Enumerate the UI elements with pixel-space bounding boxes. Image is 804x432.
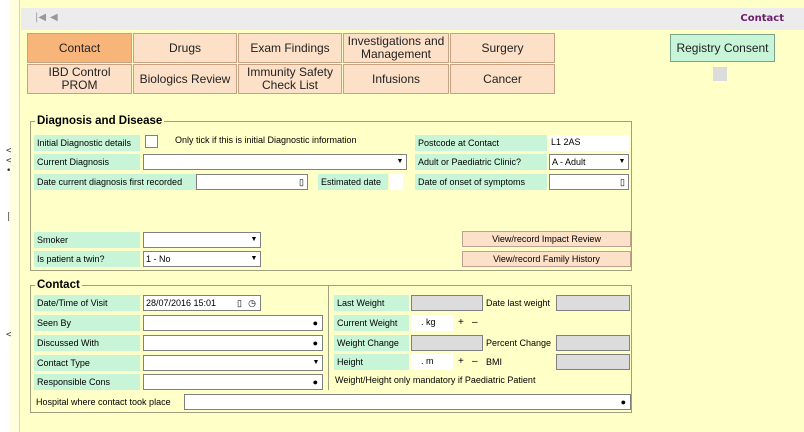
date-last-weight-label: Date last weight bbox=[486, 298, 551, 308]
twin-value: 1 - No bbox=[146, 254, 171, 264]
last-weight-field bbox=[411, 295, 483, 311]
hospital-field[interactable]: ● bbox=[184, 394, 631, 410]
visit-datetime-field[interactable]: 28/07/2016 15:01 ▯ ◷ bbox=[143, 295, 261, 311]
lookup-icon[interactable]: ● bbox=[621, 395, 626, 409]
percent-change-label: Percent Change bbox=[486, 338, 552, 348]
family-history-button[interactable]: View/record Family History bbox=[462, 251, 631, 267]
record-selector-strip bbox=[10, 0, 20, 432]
clinic-label: Adult or Paediatric Clinic? bbox=[415, 154, 547, 170]
calendar-icon[interactable]: ▯ bbox=[299, 175, 304, 189]
tab-exam-findings[interactable]: Exam Findings bbox=[238, 33, 342, 63]
scroll-left-icon[interactable]: < bbox=[6, 146, 11, 156]
tab-investigations-management[interactable]: Investigations and Management bbox=[343, 33, 449, 63]
tab-drugs[interactable]: Drugs bbox=[133, 33, 237, 63]
seen-by-field[interactable]: ● bbox=[143, 315, 323, 331]
tab-surgery[interactable]: Surgery bbox=[450, 33, 555, 63]
chevron-down-icon[interactable]: ▼ bbox=[616, 155, 628, 169]
initial-diagnostic-note: Only tick if this is initial Diagnostic … bbox=[175, 135, 357, 145]
percent-change-field bbox=[556, 335, 630, 351]
clinic-value: A - Adult bbox=[552, 157, 586, 167]
current-weight-label: Current Weight bbox=[334, 315, 409, 331]
mandatory-note: Weight/Height only mandatory if Paediatr… bbox=[335, 375, 536, 385]
previous-record-icon[interactable]: ◀ bbox=[50, 12, 58, 23]
separator-mark: | bbox=[6, 212, 12, 222]
contact-type-label: Contact Type bbox=[34, 355, 140, 371]
diagnosis-group-title: Diagnosis and Disease bbox=[35, 115, 165, 127]
calendar-icon[interactable]: ▯ bbox=[620, 175, 625, 189]
contact-divider bbox=[328, 286, 329, 390]
responsible-cons-field[interactable]: ● bbox=[143, 374, 323, 390]
bmi-field bbox=[556, 354, 630, 370]
tab-contact[interactable]: Contact bbox=[27, 33, 132, 63]
weight-change-field bbox=[411, 335, 483, 351]
page-title: Contact bbox=[740, 13, 784, 24]
initial-diagnostic-label: Initial Diagnostic details bbox=[34, 135, 140, 151]
record-navigation-bar bbox=[21, 8, 804, 30]
postcode-field[interactable]: L1 2AS bbox=[549, 135, 629, 151]
decrement-height-button[interactable]: – bbox=[472, 356, 478, 367]
chevron-down-icon[interactable]: ▼ bbox=[248, 233, 260, 247]
estimated-date-label: Estimated date bbox=[318, 174, 388, 190]
responsible-cons-label: Responsible Cons bbox=[34, 374, 140, 390]
seen-by-label: Seen By bbox=[34, 315, 140, 331]
tab-biologics-review[interactable]: Biologics Review bbox=[133, 64, 237, 94]
height-label: Height bbox=[334, 354, 409, 370]
date-first-recorded-field[interactable]: ▯ bbox=[196, 174, 308, 190]
decrement-weight-button[interactable]: – bbox=[472, 317, 478, 328]
scroll-right-icon[interactable]: • bbox=[6, 166, 11, 176]
status-indicator bbox=[713, 67, 727, 81]
first-record-icon[interactable]: |◀ bbox=[35, 12, 46, 23]
twin-label: Is patient a twin? bbox=[34, 251, 140, 267]
visit-datetime-label: Date/Time of Visit bbox=[34, 295, 140, 311]
date-first-recorded-label: Date current diagnosis first recorded bbox=[34, 174, 196, 190]
clinic-select[interactable]: A - Adult ▼ bbox=[549, 154, 629, 170]
postcode-label: Postcode at Contact bbox=[415, 135, 547, 151]
scroll-left-icon[interactable]: < bbox=[6, 156, 11, 166]
chevron-down-icon[interactable]: ▼ bbox=[310, 356, 322, 370]
calendar-icon[interactable]: ▯ bbox=[237, 296, 242, 310]
current-weight-field[interactable]: . kg bbox=[411, 315, 453, 331]
tab-ibd-control-prom[interactable]: IBD Control PROM bbox=[27, 64, 132, 94]
weight-change-label: Weight Change bbox=[334, 335, 409, 351]
estimated-date-checkbox[interactable] bbox=[389, 174, 403, 190]
tab-immunity-safety-check-list[interactable]: Immunity Safety Check List bbox=[238, 64, 342, 94]
current-diagnosis-label: Current Diagnosis bbox=[34, 154, 140, 170]
increment-weight-button[interactable]: + bbox=[458, 317, 464, 328]
height-field[interactable]: . m bbox=[411, 354, 453, 370]
bmi-label: BMI bbox=[486, 357, 503, 367]
twin-select[interactable]: 1 - No ▼ bbox=[143, 251, 261, 267]
smoker-select[interactable]: ▼ bbox=[143, 232, 261, 248]
increment-height-button[interactable]: + bbox=[458, 356, 464, 367]
smoker-label: Smoker bbox=[34, 232, 140, 248]
contact-type-select[interactable]: ▼ bbox=[143, 355, 323, 371]
clock-icon[interactable]: ◷ bbox=[248, 296, 256, 310]
last-weight-label: Last Weight bbox=[334, 295, 409, 311]
onset-label: Date of onset of symptoms bbox=[415, 174, 547, 190]
hospital-label: Hospital where contact took place bbox=[36, 397, 171, 407]
initial-diagnostic-checkbox[interactable] bbox=[145, 135, 158, 148]
tab-cancer[interactable]: Cancer bbox=[450, 64, 555, 94]
contact-group-title: Contact bbox=[35, 279, 82, 291]
current-diagnosis-select[interactable]: ▼ bbox=[143, 154, 407, 170]
impact-review-button[interactable]: View/record Impact Review bbox=[462, 231, 631, 247]
tab-infusions[interactable]: Infusions bbox=[343, 64, 449, 94]
discussed-with-label: Discussed With bbox=[34, 335, 140, 351]
visit-datetime-value: 28/07/2016 15:01 bbox=[146, 298, 217, 308]
lookup-icon[interactable]: ● bbox=[313, 375, 318, 389]
scroll-left-icon[interactable]: < bbox=[6, 330, 11, 340]
lookup-icon[interactable]: ● bbox=[313, 316, 318, 330]
lookup-icon[interactable]: ● bbox=[313, 336, 318, 350]
onset-date-field[interactable]: ▯ bbox=[549, 174, 629, 190]
chevron-down-icon[interactable]: ▼ bbox=[394, 155, 406, 169]
discussed-with-field[interactable]: ● bbox=[143, 335, 323, 351]
chevron-down-icon[interactable]: ▼ bbox=[248, 252, 260, 266]
registry-consent-button[interactable]: Registry Consent bbox=[670, 34, 775, 62]
date-last-weight-field bbox=[556, 295, 630, 311]
